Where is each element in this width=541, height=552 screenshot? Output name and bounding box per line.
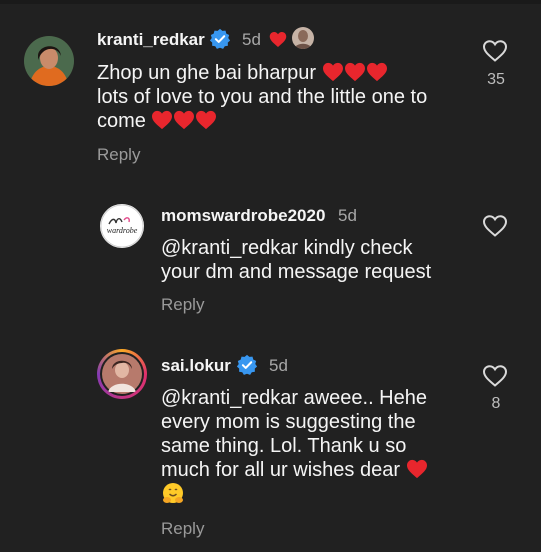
- red-heart-emoji-icon: [173, 110, 195, 130]
- red-heart-emoji-icon: [406, 459, 428, 479]
- red-heart-emoji-icon: [322, 62, 344, 82]
- timestamp: 5d: [338, 206, 357, 225]
- creator-avatar: [292, 27, 314, 49]
- story-ring[interactable]: [97, 349, 147, 399]
- red-heart-emoji-icon: [366, 62, 388, 82]
- red-heart-emoji-icon: [151, 110, 173, 130]
- username[interactable]: momswardrobe2020: [161, 206, 325, 226]
- avatar[interactable]: [24, 36, 74, 86]
- reply-item: sai.lokur 5d @kranti_redkar aweee.. Hehe…: [0, 340, 541, 552]
- creator-heart-icon: [269, 31, 287, 48]
- avatar: [100, 352, 144, 396]
- username[interactable]: kranti_redkar: [97, 30, 205, 50]
- reply-button[interactable]: Reply: [161, 295, 204, 315]
- avatar[interactable]: wardrobe: [100, 204, 144, 248]
- comment-text: @kranti_redkar aweee.. Hehe every mom is…: [161, 386, 428, 508]
- hugging-face-emoji-icon: [163, 483, 183, 503]
- reply-button[interactable]: Reply: [161, 519, 204, 539]
- reply-button[interactable]: Reply: [97, 145, 140, 165]
- avatar-logo: wardrobe: [100, 204, 144, 248]
- timestamp: 5d: [242, 30, 261, 49]
- timestamp: 5d: [269, 356, 288, 375]
- comment-item: kranti_redkar 5d Zhop un ghe bai bharpur…: [0, 0, 541, 180]
- red-heart-emoji-icon: [344, 62, 366, 82]
- username[interactable]: sai.lokur: [161, 356, 231, 376]
- like-heart-icon[interactable]: [482, 214, 508, 238]
- reply-item: wardrobe momswardrobe2020 5d @kranti_red…: [0, 190, 541, 330]
- verified-badge-icon: [209, 28, 231, 50]
- verified-badge-icon: [236, 354, 258, 376]
- like-count: 8: [491, 395, 501, 412]
- svg-text:wardrobe: wardrobe: [107, 226, 138, 235]
- comment-text: Zhop un ghe bai bharpur lots of love to …: [97, 62, 428, 132]
- like-heart-icon[interactable]: [482, 364, 508, 388]
- comment-text: @kranti_redkar kindly check your dm and …: [161, 237, 432, 283]
- like-heart-icon[interactable]: [482, 39, 508, 63]
- avatar-photo: [24, 36, 74, 86]
- red-heart-emoji-icon: [195, 110, 217, 130]
- avatar-photo: [102, 354, 142, 394]
- like-count: 35: [487, 71, 505, 88]
